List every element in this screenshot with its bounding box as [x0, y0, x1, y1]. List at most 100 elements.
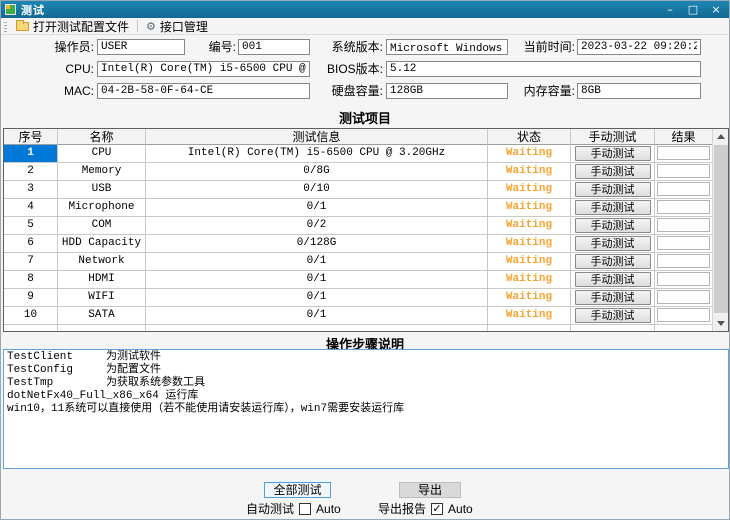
auto-test-option-label: Auto	[316, 502, 341, 516]
bios-label: BIOS版本:	[319, 62, 383, 77]
result-cell	[655, 253, 712, 271]
table-header-row: 序号 名称 测试信息 状态 手动测试 结果	[4, 129, 713, 145]
ram-label: 内存容量:	[513, 84, 575, 99]
table-row[interactable]: 3 USB 0/10 Waiting 手动测试	[4, 181, 713, 199]
toolbar-separator	[137, 20, 138, 32]
table-row[interactable]: 4 Microphone 0/1 Waiting 手动测试	[4, 199, 713, 217]
result-cell	[655, 289, 712, 307]
row-no-cell: 1	[4, 145, 58, 163]
status-cell: Waiting	[488, 199, 571, 217]
manual-test-button[interactable]: 手动测试	[575, 236, 651, 251]
header-no: 序号	[4, 129, 58, 145]
window-title: 测试	[21, 2, 45, 18]
table-row[interactable]: 1 CPU Intel(R) Core(TM) i5-6500 CPU @ 3.…	[4, 145, 713, 163]
interface-mgmt-button[interactable]: ⚙ 接口管理	[141, 19, 213, 34]
maximize-icon[interactable]: □	[686, 3, 700, 16]
steps-line: TestTmp 为获取系统参数工具	[7, 377, 725, 390]
test-all-button[interactable]: 全部测试	[264, 482, 331, 498]
bios-field[interactable]	[386, 61, 701, 77]
app-icon	[5, 4, 16, 15]
auto-test-checkbox[interactable]	[299, 503, 311, 515]
auto-test-label: 自动测试	[246, 500, 294, 517]
header-info: 测试信息	[146, 129, 488, 145]
hdd-label: 硬盘容量:	[319, 84, 383, 99]
table-row[interactable]: 9 WIFI 0/1 Waiting 手动测试	[4, 289, 713, 307]
ram-field[interactable]	[577, 83, 701, 99]
status-cell: Waiting	[488, 253, 571, 271]
mac-field[interactable]	[97, 83, 310, 99]
close-icon[interactable]: ×	[709, 3, 723, 16]
app-window: 测试 – □ × 打开测试配置文件 ⚙ 接口管理 操作员: 编号: 系统版本: …	[0, 0, 730, 520]
operator-field[interactable]	[97, 39, 185, 55]
manual-test-button[interactable]: 手动测试	[575, 254, 651, 269]
scroll-down-icon[interactable]	[713, 316, 729, 331]
number-label: 编号:	[199, 40, 236, 55]
current-time-label: 当前时间:	[513, 40, 575, 55]
status-cell: Waiting	[488, 163, 571, 181]
scroll-up-icon[interactable]	[713, 129, 729, 144]
steps-line: TestClient 为测试软件	[7, 351, 725, 364]
toolbar: 打开测试配置文件 ⚙ 接口管理	[1, 18, 729, 35]
status-cell: Waiting	[488, 307, 571, 325]
steps-line: dotNetFx40_Full_x86_x64 运行库	[7, 390, 725, 403]
table-row[interactable]: 5 COM 0/2 Waiting 手动测试	[4, 217, 713, 235]
result-cell	[655, 199, 712, 217]
os-version-label: 系统版本:	[319, 40, 383, 55]
mac-label: MAC:	[21, 84, 94, 99]
hdd-field[interactable]	[386, 83, 508, 99]
manual-test-button[interactable]: 手动测试	[575, 272, 651, 287]
check-icon: ✓	[432, 503, 441, 514]
table-row[interactable]: 2 Memory 0/8G Waiting 手动测试	[4, 163, 713, 181]
number-field[interactable]	[238, 39, 310, 55]
result-cell	[655, 235, 712, 253]
manual-test-button[interactable]: 手动测试	[575, 308, 651, 323]
open-config-button[interactable]: 打开测试配置文件	[11, 19, 134, 34]
table-row[interactable]: 6 HDD Capacity 0/128G Waiting 手动测试	[4, 235, 713, 253]
export-report-option-label: Auto	[448, 502, 473, 516]
test-items-table: 序号 名称 测试信息 状态 手动测试 结果 1 CPU Intel(R) Cor…	[3, 128, 729, 332]
export-report-checkbox[interactable]: ✓	[431, 503, 443, 515]
table-row[interactable]: 10 SATA 0/1 Waiting 手动测试	[4, 307, 713, 325]
export-button[interactable]: 导出	[399, 482, 461, 498]
steps-textbox[interactable]: TestClient 为测试软件 TestConfig 为配置文件 TestTm…	[3, 349, 729, 469]
operator-label: 操作员:	[21, 40, 94, 55]
cpu-field[interactable]	[97, 61, 310, 77]
status-cell: Waiting	[488, 217, 571, 235]
cpu-label: CPU:	[21, 62, 94, 77]
scrollbar-thumb[interactable]	[714, 145, 728, 313]
test-items-title: 测试项目	[1, 108, 729, 127]
result-cell	[655, 145, 712, 163]
table-row	[4, 325, 713, 332]
titlebar: 测试 – □ ×	[1, 1, 729, 18]
status-cell: Waiting	[488, 145, 571, 163]
result-cell	[655, 307, 712, 325]
gear-icon: ⚙	[146, 21, 156, 32]
manual-test-button[interactable]: 手动测试	[575, 200, 651, 215]
status-cell: Waiting	[488, 235, 571, 253]
manual-test-button[interactable]: 手动测试	[575, 290, 651, 305]
table-row[interactable]: 8 HDMI 0/1 Waiting 手动测试	[4, 271, 713, 289]
os-version-field[interactable]	[386, 39, 508, 55]
result-cell	[655, 217, 712, 235]
minimize-icon[interactable]: –	[663, 3, 677, 16]
manual-test-button[interactable]: 手动测试	[575, 146, 651, 161]
status-cell: Waiting	[488, 289, 571, 307]
manual-test-button[interactable]: 手动测试	[575, 182, 651, 197]
header-result: 结果	[655, 129, 712, 145]
steps-line: TestConfig 为配置文件	[7, 364, 725, 377]
open-config-label: 打开测试配置文件	[33, 18, 129, 35]
current-time-field[interactable]	[577, 39, 701, 55]
table-scrollbar[interactable]	[712, 129, 728, 331]
header-manual: 手动测试	[571, 129, 655, 145]
manual-test-button[interactable]: 手动测试	[575, 164, 651, 179]
result-cell	[655, 181, 712, 199]
result-cell	[655, 271, 712, 289]
manual-test-button[interactable]: 手动测试	[575, 218, 651, 233]
header-name: 名称	[58, 129, 146, 145]
status-cell: Waiting	[488, 271, 571, 289]
steps-line: win10，11系统可以直接使用（若不能使用请安装运行库），win7需要安装运行…	[7, 403, 725, 416]
export-report-label: 导出报告	[378, 500, 426, 517]
table-row[interactable]: 7 Network 0/1 Waiting 手动测试	[4, 253, 713, 271]
open-folder-icon	[16, 22, 29, 31]
result-cell	[655, 163, 712, 181]
